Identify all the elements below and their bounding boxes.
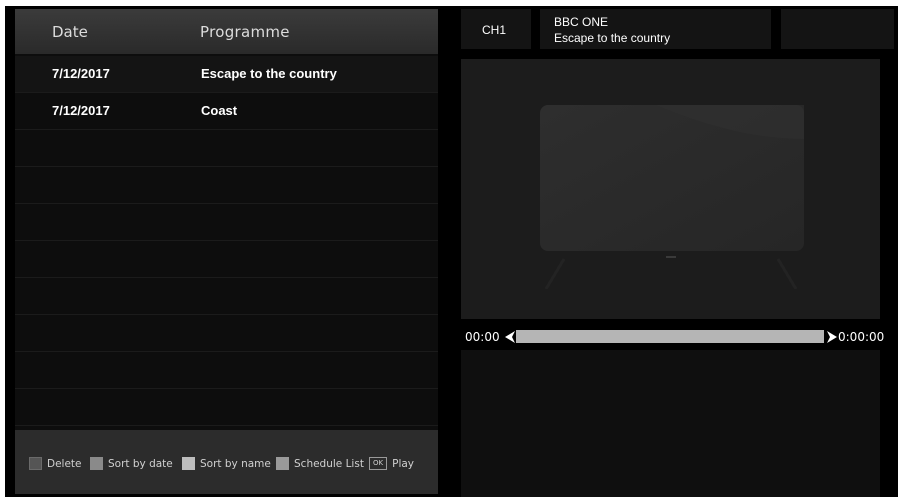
- row-programme: Escape to the country: [201, 66, 337, 81]
- start-time: 00:00: [465, 330, 500, 344]
- play-label: Play: [392, 457, 415, 470]
- empty-row: [15, 130, 438, 167]
- row-programme: Coast: [201, 103, 238, 118]
- list-header: Date Programme: [15, 9, 438, 54]
- green-key-icon: [90, 457, 103, 470]
- channel-name: BBC ONE: [554, 15, 609, 29]
- triangle-right-icon[interactable]: [827, 331, 837, 343]
- row-date: 7/12/2017: [52, 103, 110, 118]
- empty-row: [15, 204, 438, 241]
- video-preview: [461, 59, 880, 319]
- pvr-screen: Date Programme 7/12/2017 Escape to the c…: [5, 6, 898, 497]
- channel-number-box: CH1: [461, 9, 531, 49]
- programme-details-area: [461, 350, 880, 497]
- schedule-label: Schedule List: [294, 457, 364, 470]
- column-header-date[interactable]: Date: [52, 23, 88, 41]
- empty-row: [15, 389, 438, 426]
- empty-row: [15, 315, 438, 352]
- schedule-list-action[interactable]: Schedule List: [276, 457, 364, 470]
- sort-date-label: Sort by date: [108, 457, 173, 470]
- recording-rows: 7/12/2017 Escape to the country 7/12/201…: [15, 56, 438, 426]
- tv-placeholder-image: [540, 105, 804, 289]
- yellow-key-icon: [182, 457, 195, 470]
- play-action[interactable]: OK Play: [369, 457, 414, 470]
- end-time: 0:00:00: [838, 330, 885, 344]
- empty-row: [15, 278, 438, 315]
- row-date: 7/12/2017: [52, 66, 110, 81]
- progress-fill: [516, 330, 824, 343]
- delete-action[interactable]: Delete: [29, 457, 82, 470]
- red-key-icon: [29, 457, 42, 470]
- sort-by-name-action[interactable]: Sort by name: [182, 457, 271, 470]
- programme-title: Escape to the country: [554, 31, 671, 45]
- empty-row: [15, 167, 438, 204]
- sort-by-date-action[interactable]: Sort by date: [90, 457, 173, 470]
- delete-label: Delete: [47, 457, 82, 470]
- recording-list-panel: Date Programme 7/12/2017 Escape to the c…: [15, 9, 438, 494]
- table-row[interactable]: 7/12/2017 Escape to the country: [15, 56, 438, 93]
- playback-bar: 00:00 0:00:00: [461, 327, 898, 347]
- info-extra-box: [781, 9, 894, 49]
- sort-name-label: Sort by name: [200, 457, 271, 470]
- empty-row: [15, 352, 438, 389]
- blue-key-icon: [276, 457, 289, 470]
- triangle-left-icon[interactable]: [505, 331, 515, 343]
- button-legend: Delete Sort by date Sort by name Schedul…: [15, 430, 438, 494]
- channel-number: CH1: [482, 23, 507, 37]
- table-row[interactable]: 7/12/2017 Coast: [15, 93, 438, 130]
- column-header-programme[interactable]: Programme: [200, 23, 290, 41]
- progress-track[interactable]: [516, 330, 824, 343]
- ok-key-icon: OK: [369, 457, 388, 470]
- empty-row: [15, 241, 438, 278]
- programme-info-box: BBC ONE Escape to the country: [540, 9, 771, 49]
